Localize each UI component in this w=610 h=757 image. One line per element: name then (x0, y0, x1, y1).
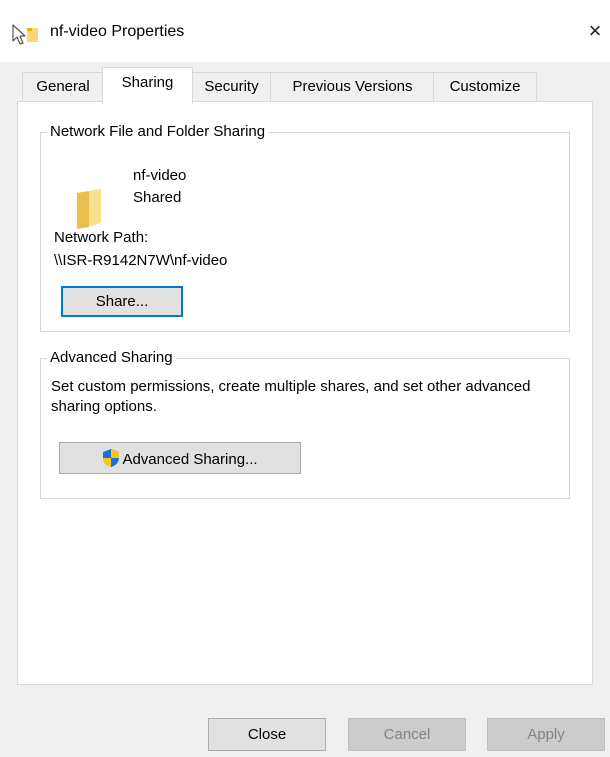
close-button[interactable]: Close (208, 718, 326, 751)
cancel-button[interactable]: Cancel (348, 718, 466, 751)
advanced-sharing-description: Set custom permissions, create multiple … (51, 378, 531, 415)
window-title: nf-video Properties (50, 23, 185, 40)
apply-button[interactable]: Apply (487, 718, 605, 751)
tab-customize[interactable]: Customize (433, 72, 537, 101)
network-path-value: \\ISR-R9142N7W\nf-video (54, 252, 228, 269)
advanced-sharing-button-label: Advanced Sharing... (122, 451, 258, 468)
network-sharing-group: Network File and Folder Sharing nf-video… (40, 123, 570, 332)
tab-security[interactable]: Security (191, 72, 272, 101)
tab-general[interactable]: General (22, 72, 104, 101)
tab-sharing[interactable]: Sharing (102, 67, 193, 104)
tab-previous-versions[interactable]: Previous Versions (270, 72, 435, 101)
share-status: Shared (133, 189, 182, 206)
share-button[interactable]: Share... (61, 286, 183, 317)
network-path-label: Network Path: (54, 229, 149, 246)
network-sharing-title: Network File and Folder Sharing (47, 123, 269, 140)
title-bar: nf-video Properties × (0, 0, 610, 62)
folder-icon (77, 189, 101, 229)
sharing-tab-panel: Network File and Folder Sharing nf-video… (17, 101, 593, 685)
folder-shortcut-icon (12, 24, 38, 45)
advanced-sharing-button[interactable]: Advanced Sharing... (59, 442, 301, 474)
properties-dialog: General Sharing Security Previous Versio… (0, 62, 610, 757)
share-name: nf-video (133, 167, 187, 184)
close-window-button[interactable]: × (583, 19, 607, 43)
advanced-sharing-group: Advanced Sharing Set custom permissions,… (40, 349, 570, 499)
advanced-sharing-title: Advanced Sharing (47, 349, 176, 366)
uac-shield-icon (103, 449, 120, 467)
